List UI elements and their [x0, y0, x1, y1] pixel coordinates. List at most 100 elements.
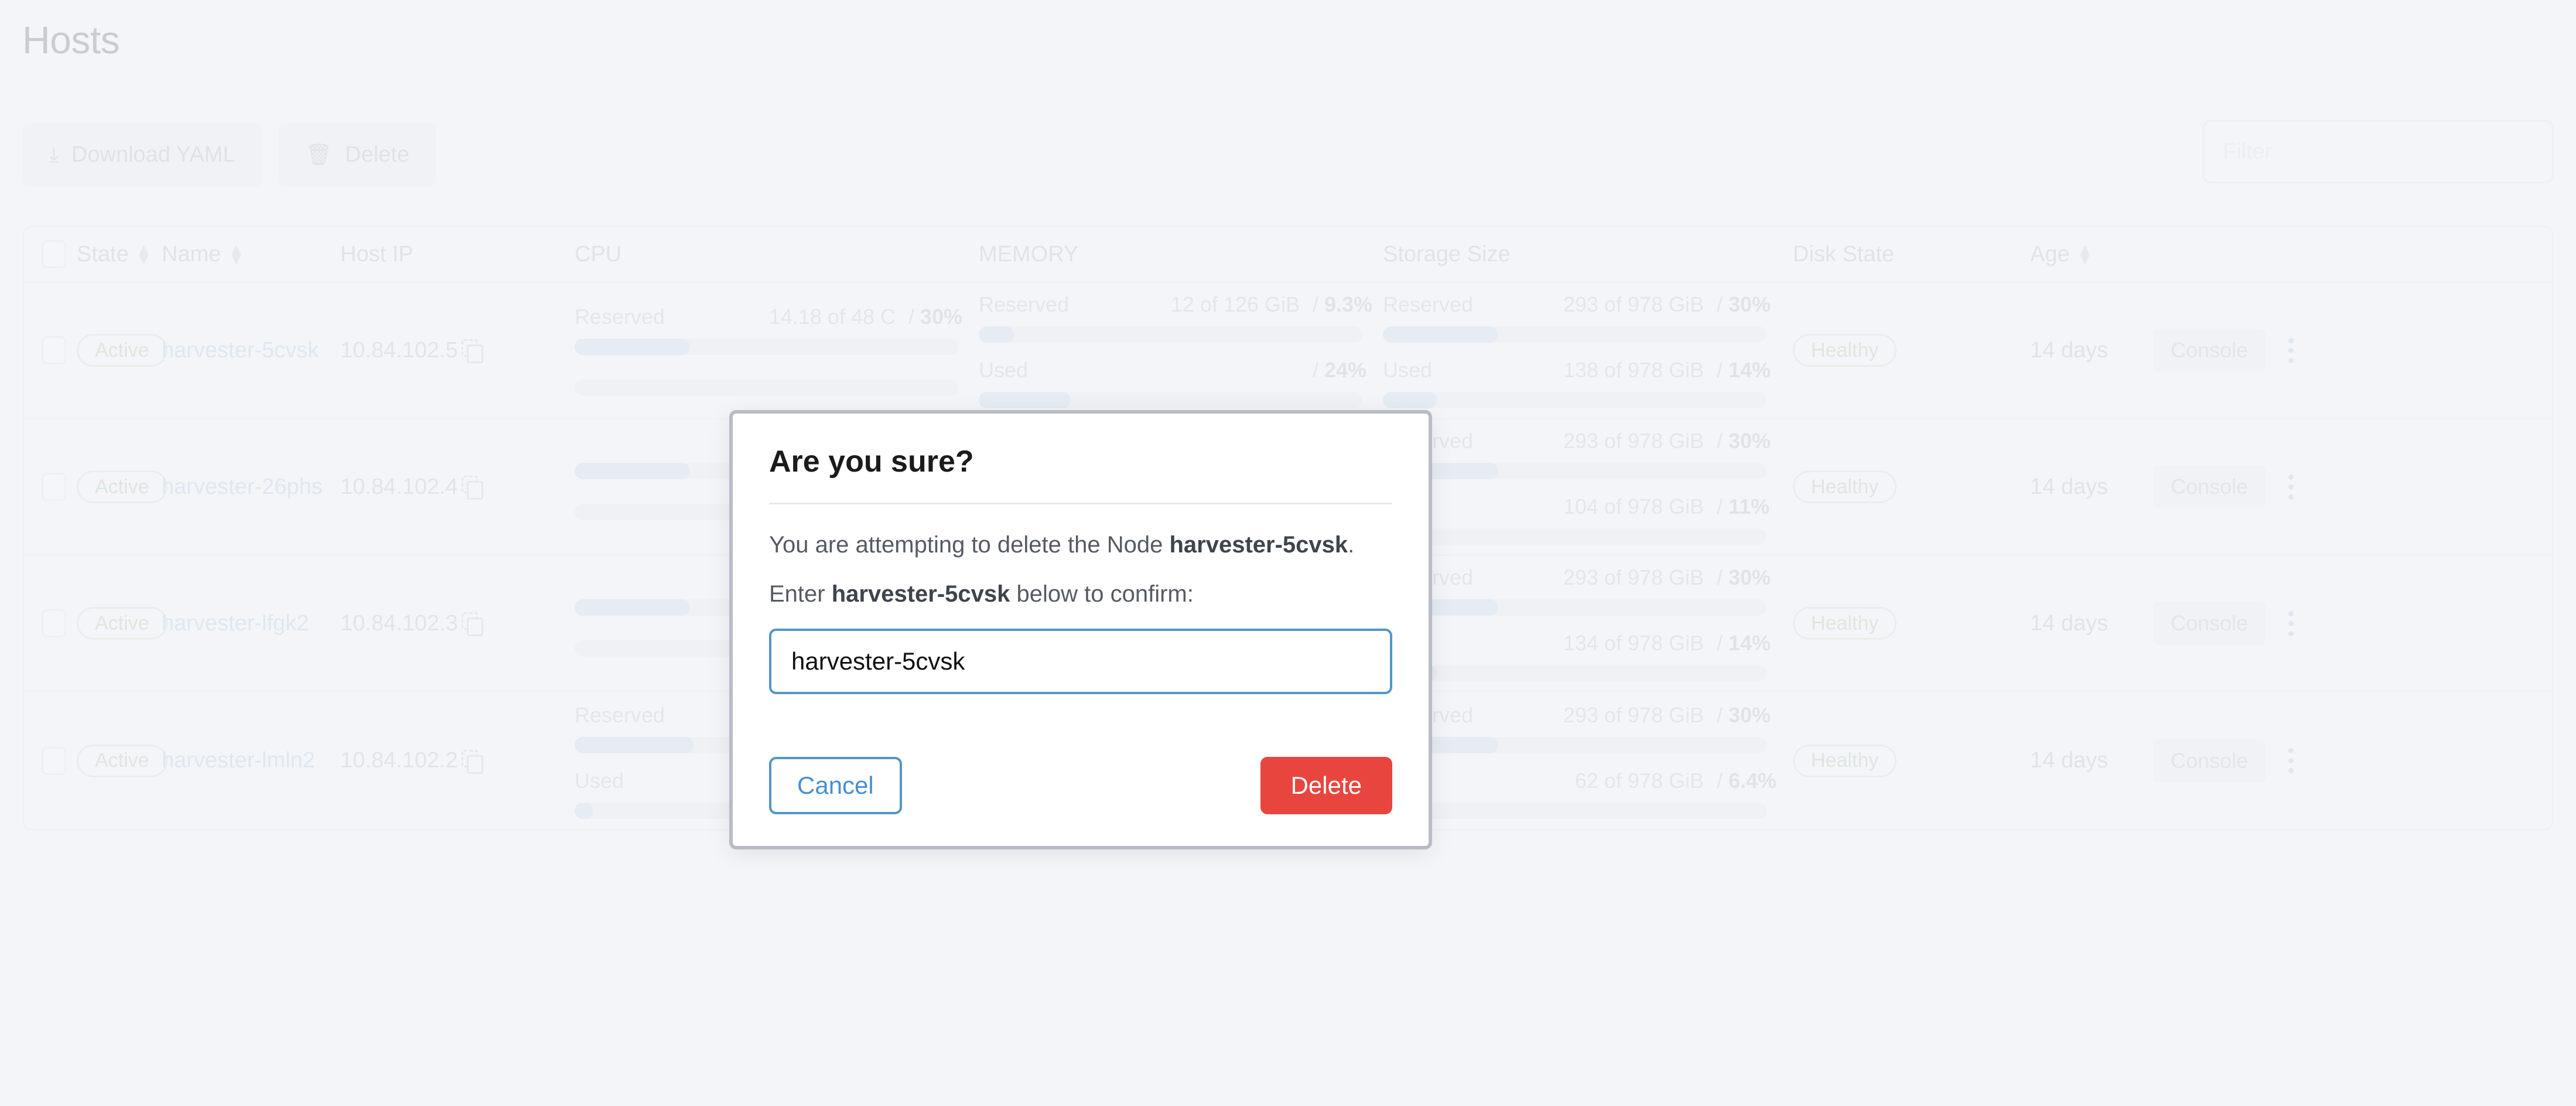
host-name-link[interactable]: harvester-5cvsk: [162, 338, 319, 363]
host-name-link[interactable]: harvester-26phs: [162, 475, 323, 499]
copy-icon[interactable]: [462, 612, 481, 634]
select-all-checkbox[interactable]: [42, 240, 77, 268]
row-checkbox[interactable]: [42, 473, 77, 501]
storage-cell: Reserved 293 of 978 GiB / 30% Used 134 o…: [1383, 565, 1787, 681]
confirm-suffix: below to confirm:: [1010, 581, 1193, 607]
metric-percent: / 30%: [1717, 429, 1787, 453]
storage-metric: Reserved 293 of 978 GiB / 30% Used 104 o…: [1383, 429, 1787, 545]
modal-message-suffix: .: [1348, 532, 1354, 558]
metric-value: 293 of 978 GiB: [1491, 292, 1717, 317]
console-button[interactable]: Console: [2153, 602, 2266, 645]
filter-placeholder: Filter: [2223, 139, 2272, 165]
modal-confirm-instruction: Enter harvester-5cvsk below to confirm:: [769, 579, 1392, 609]
disk-state-cell: Healthy: [1793, 470, 1939, 503]
storage-used-line: Used 62 of 978 GiB / 6.4%: [1383, 769, 1787, 793]
host-ip-cell: 10.84.102.4: [340, 475, 566, 500]
table-row[interactable]: Active harvester-5cvsk 10.84.102.5 Reser…: [24, 283, 2552, 419]
download-icon: ⤓: [49, 144, 59, 165]
copy-icon[interactable]: [462, 750, 481, 772]
column-header-disk-state: Disk State: [1793, 242, 1939, 267]
row-actions-cell[interactable]: [2264, 475, 2317, 500]
delete-button[interactable]: 🗑 Delete: [278, 123, 436, 186]
column-header-age[interactable]: Age ▲▼: [2030, 242, 2153, 267]
storage-used-bar: [1383, 665, 1767, 681]
column-header-memory: MEMORY: [979, 242, 1383, 267]
delete-label: Delete: [345, 142, 409, 168]
cpu-reserved-bar: [575, 339, 958, 355]
memory-reserved-line: Reserved 12 of 126 GiB / 9.3%: [979, 292, 1383, 317]
metric-label-reserved: Reserved: [575, 305, 683, 329]
metric-percent: / 30%: [908, 305, 979, 329]
row-checkbox[interactable]: [42, 609, 77, 637]
state-cell: Active: [77, 470, 141, 503]
host-ip-value: 10.84.102.3: [340, 611, 458, 636]
column-header-name[interactable]: Name ▲▼: [162, 242, 332, 267]
row-checkbox[interactable]: [42, 336, 77, 364]
filter-input-wrapper[interactable]: Filter: [2202, 120, 2554, 183]
metric-value: 138 of 978 GiB: [1491, 358, 1717, 383]
column-header-state[interactable]: State ▲▼: [77, 242, 141, 267]
confirm-delete-button[interactable]: Delete: [1260, 757, 1392, 814]
metric-percent: / 30%: [1717, 703, 1787, 728]
age-cell: 14 days: [2030, 338, 2153, 363]
metric-value: 293 of 978 GiB: [1491, 565, 1717, 590]
console-button[interactable]: Console: [2153, 739, 2266, 783]
kebab-menu-icon[interactable]: [2264, 748, 2317, 773]
state-cell: Active: [77, 745, 141, 777]
metric-label-used: Used: [575, 769, 683, 793]
storage-used-line: Used 134 of 978 GiB / 14%: [1383, 631, 1787, 656]
cpu-metric: Reserved 14.18 of 48 C / 30%: [575, 305, 979, 396]
status-badge: Active: [77, 745, 168, 777]
row-actions-cell[interactable]: [2264, 611, 2317, 636]
metric-percent: / 30%: [1717, 565, 1787, 590]
name-cell: harvester-lmln2: [162, 748, 332, 773]
storage-cell: Reserved 293 of 978 GiB / 30% Used 104 o…: [1383, 429, 1787, 545]
column-header-host-ip: Host IP: [340, 242, 566, 267]
action-toolbar: ⤓ Download YAML 🗑 Delete: [22, 123, 436, 186]
metric-percent: / 6.4%: [1717, 769, 1787, 793]
metric-label-reserved: Reserved: [979, 292, 1087, 317]
console-button[interactable]: Console: [2153, 329, 2266, 372]
metric-value: 293 of 978 GiB: [1491, 429, 1717, 453]
row-actions-cell[interactable]: [2264, 748, 2317, 773]
state-cell: Active: [77, 607, 141, 640]
console-cell: Console: [2153, 465, 2264, 508]
metric-value: 12 of 126 GiB: [1087, 292, 1313, 317]
column-header-cpu: CPU: [575, 242, 979, 267]
disk-state-badge: Healthy: [1793, 607, 1897, 640]
row-checkbox[interactable]: [42, 747, 77, 775]
copy-icon[interactable]: [462, 339, 481, 361]
storage-used-bar: [1383, 803, 1767, 819]
status-badge: Active: [77, 334, 168, 367]
download-yaml-button[interactable]: ⤓ Download YAML: [22, 123, 262, 186]
name-cell: harvester-26phs: [162, 475, 332, 500]
cpu-used-bar: [575, 380, 958, 396]
status-badge: Active: [77, 607, 168, 640]
row-actions-cell[interactable]: [2264, 338, 2317, 363]
metric-percent: / 11%: [1717, 494, 1787, 519]
disk-state-cell: Healthy: [1793, 745, 1939, 777]
metric-percent: / 14%: [1717, 358, 1787, 383]
cancel-button[interactable]: Cancel: [769, 757, 902, 814]
kebab-menu-icon[interactable]: [2264, 475, 2317, 500]
host-ip-value: 10.84.102.5: [340, 338, 458, 363]
host-name-link[interactable]: harvester-lfgk2: [162, 611, 309, 636]
cpu-reserved-line: Reserved 14.18 of 48 C / 30%: [575, 305, 979, 329]
copy-icon[interactable]: [462, 476, 481, 498]
kebab-menu-icon[interactable]: [2264, 611, 2317, 636]
storage-reserved-bar: [1383, 737, 1767, 753]
storage-reserved-line: Reserved 293 of 978 GiB / 30%: [1383, 703, 1787, 728]
storage-reserved-bar: [1383, 599, 1767, 616]
storage-used-line: Used 138 of 978 GiB / 14%: [1383, 358, 1787, 383]
age-cell: 14 days: [2030, 748, 2153, 773]
metric-label-used: Used: [1383, 358, 1491, 383]
page-title: Hosts: [22, 18, 119, 62]
console-cell: Console: [2153, 739, 2264, 783]
console-button[interactable]: Console: [2153, 465, 2266, 508]
confirm-target-name: harvester-5cvsk: [832, 581, 1010, 607]
metric-label-used: Used: [979, 358, 1087, 383]
host-name-link[interactable]: harvester-lmln2: [162, 748, 315, 773]
storage-used-bar: [1383, 392, 1767, 408]
kebab-menu-icon[interactable]: [2264, 338, 2317, 363]
confirm-name-input[interactable]: [769, 629, 1392, 694]
